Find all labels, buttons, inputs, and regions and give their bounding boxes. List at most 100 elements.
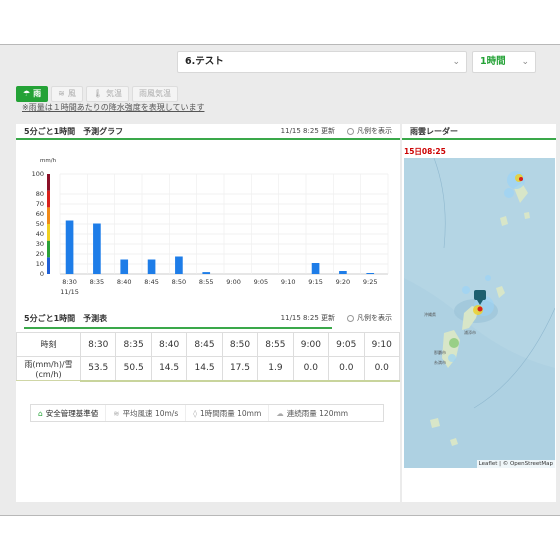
radar-panel: 雨雲レーダー 15日08:25 沖縄県 浦添市 那覇市 糸満市 Leaflet … <box>402 124 556 502</box>
continuous-rain-standard-item: ☁ 連続雨量 120mm <box>269 405 355 421</box>
y-tick-label: 10 <box>36 260 44 268</box>
graph-panel-title: 5分ごと1時間 予測グラフ <box>24 126 124 136</box>
forecast-graph-panel: 5分ごと1時間 予測グラフ 11/15 8:25 更新 凡例を表示 mm/h 0 1… <box>16 124 400 310</box>
rain-bar <box>65 220 74 274</box>
time-cell: 9:10 <box>363 332 400 357</box>
scale-segment <box>47 257 50 274</box>
table-row-times: 時刻 8:30 8:35 8:40 8:45 8:50 8:55 9:00 9:… <box>16 332 400 357</box>
value-cell: 50.5 <box>115 356 152 382</box>
y-tick-label: 80 <box>36 190 44 198</box>
rain-note: ※雨量は１時間あたりの降水強度を表現しています <box>22 103 205 112</box>
x-tick-label: 9:25 <box>363 278 378 286</box>
time-cell: 8:45 <box>186 332 223 357</box>
time-cell: 8:30 <box>79 332 117 357</box>
table-panel-title: 5分ごと1時間 予測表 <box>24 313 108 323</box>
value-cell: 14.5 <box>186 356 223 382</box>
forecast-table: 時刻 8:30 8:35 8:40 8:45 8:50 8:55 9:00 9:… <box>16 332 400 382</box>
graph-panel-header: 5分ごと1時間 予測グラフ 11/15 8:25 更新 凡例を表示 <box>16 124 400 140</box>
rain-bar <box>202 272 211 274</box>
wind-icon: ≋ <box>58 89 65 98</box>
cloud-rain-icon: ☂ <box>23 89 31 98</box>
rain-bar <box>311 263 320 274</box>
weather-tabs: ☂ 雨 ≋ 風 🌡 気温 雨風気温 <box>16 86 179 102</box>
scale-segment <box>47 240 50 258</box>
tab-wind-label: 風 <box>67 89 76 98</box>
hourly-rain-standard-item: ◊ 1時間雨量 10mm <box>186 405 270 421</box>
value-cell: 0.0 <box>363 356 400 382</box>
time-cell: 8:50 <box>221 332 259 357</box>
chevron-down-icon: ⌄ <box>521 57 529 67</box>
rain-bar <box>175 256 183 274</box>
droplet-icon: ◊ <box>193 408 197 418</box>
value-cell: 0.0 <box>292 356 330 382</box>
x-tick-label: 8:35 <box>90 278 105 286</box>
scale-segment <box>47 190 50 208</box>
wind-standard-item: ≋ 平均風速 10m/s <box>106 405 187 421</box>
table-panel-header: 5分ごと1時間 予測表 11/15 8:25 更新 凡例を表示 <box>16 310 400 326</box>
tab-combined[interactable]: 雨風気温 <box>132 86 179 102</box>
safety-standards-bar: ⌂ 安全管理基準値 ≋ 平均風速 10m/s ◊ 1時間雨量 10mm ☁ 連続… <box>30 404 384 422</box>
x-tick-label: 8:50 <box>172 278 187 286</box>
y-tick-label: 30 <box>36 240 44 248</box>
cloud-icon: ☁ <box>276 408 284 418</box>
time-cell: 8:40 <box>150 332 188 357</box>
scale-segment <box>47 207 50 224</box>
x-tick-label: 9:05 <box>254 278 269 286</box>
y-tick-label: 100 <box>32 170 44 178</box>
wind-standard-text: 平均風速 10m/s <box>122 408 179 418</box>
y-unit-label: mm/h <box>40 158 57 164</box>
rain-forecast-chart: mm/h 0 10 20 30 40 50 60 70 80 100 8:30 8:35 8:40 8:45… <box>32 158 389 296</box>
tab-rain[interactable]: ☂ 雨 <box>16 86 49 102</box>
y-tick-label: 70 <box>36 200 44 208</box>
radar-panel-title: 雨雲レーダー <box>410 126 458 136</box>
safety-standards-title-item[interactable]: ⌂ 安全管理基準値 <box>31 405 107 421</box>
graph-legend-toggle[interactable]: 凡例を表示 <box>347 126 392 136</box>
graph-updated-time: 11/15 8:25 更新 <box>280 127 335 135</box>
value-cell: 0.0 <box>328 356 365 382</box>
scale-segment <box>47 174 50 191</box>
time-row-header: 時刻 <box>16 332 81 357</box>
y-tick-label: 20 <box>36 250 44 258</box>
continuous-rain-standard-text: 連続雨量 120mm <box>286 408 349 418</box>
x-tick-label: 8:30 <box>62 278 77 286</box>
time-cell: 8:55 <box>257 332 294 357</box>
time-cell: 9:05 <box>328 332 365 357</box>
tab-wind[interactable]: ≋ 風 <box>51 86 83 102</box>
rain-bar <box>93 223 101 274</box>
value-cell: 1.9 <box>257 356 294 382</box>
table-legend-toggle[interactable]: 凡例を表示 <box>347 313 392 323</box>
interval-select[interactable]: 1時間 ⌄ <box>472 51 536 73</box>
rain-bar <box>366 273 375 274</box>
map-attribution[interactable]: Leaflet | © OpenStreetMap <box>476 460 555 468</box>
safety-standards-title: 安全管理基準値 <box>45 408 99 418</box>
chevron-down-icon: ⌄ <box>452 57 460 67</box>
map-label-itoman: 糸満市 <box>434 359 446 365</box>
map-label-okinawa: 沖縄県 <box>424 311 436 317</box>
tab-temperature-label: 気温 <box>106 89 123 98</box>
radar-panel-header: 雨雲レーダー <box>402 124 556 140</box>
rain-bar <box>339 271 347 274</box>
time-cell: 9:00 <box>292 332 330 357</box>
radar-map-graphic: 沖縄県 浦添市 那覇市 糸満市 <box>404 158 555 468</box>
value-cell: 17.5 <box>221 356 259 382</box>
wind-icon: ≋ <box>113 408 120 418</box>
scale-segment <box>47 224 50 241</box>
table-updated-time: 11/15 8:25 更新 <box>280 314 335 322</box>
rain-bar <box>147 259 156 274</box>
radar-time: 15日08:25 <box>404 147 446 156</box>
radar-map[interactable]: 沖縄県 浦添市 那覇市 糸満市 Leaflet | © OpenStreetMa… <box>404 158 555 468</box>
location-select[interactable]: 6.テスト ⌄ <box>177 51 467 73</box>
x-tick-label: 8:40 <box>117 278 132 286</box>
table-legend-label: 凡例を表示 <box>357 314 392 322</box>
value-row-header: 雨(mm/h)/雪(cm/h) <box>16 356 81 381</box>
tab-combined-label: 雨風気温 <box>139 89 172 98</box>
graph-legend-label: 凡例を表示 <box>357 127 392 135</box>
table-scroll-indicator[interactable] <box>24 327 332 329</box>
legend-radio[interactable] <box>347 127 354 135</box>
x-tick-sublabel: 11/15 <box>60 288 79 296</box>
tab-temperature[interactable]: 🌡 気温 <box>85 86 130 102</box>
tab-rain-label: 雨 <box>33 89 42 98</box>
legend-radio[interactable] <box>347 314 354 322</box>
map-label-urasoe: 浦添市 <box>464 329 476 335</box>
home-icon: ⌂ <box>38 408 43 418</box>
